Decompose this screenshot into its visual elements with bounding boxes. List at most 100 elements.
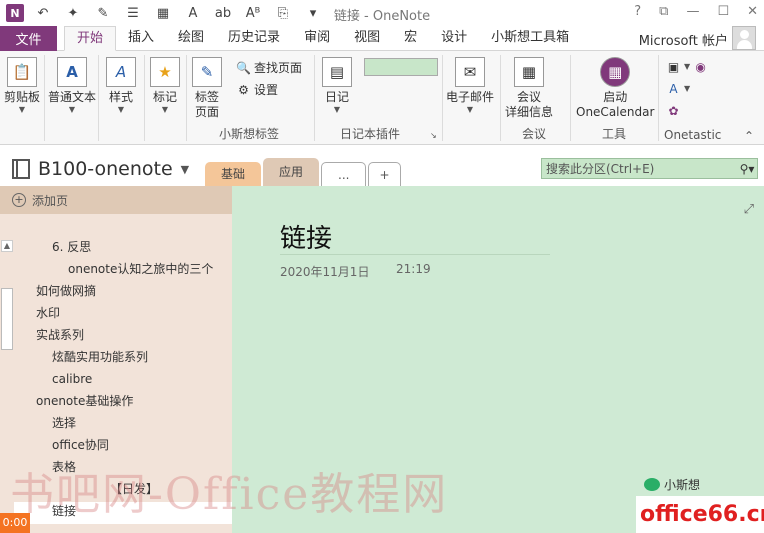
tab-insert[interactable]: 插入	[116, 26, 166, 51]
list-item[interactable]: 实战系列	[14, 326, 232, 348]
clipboard-icon: 📋	[7, 57, 37, 87]
maximize-icon[interactable]: ☐	[717, 4, 729, 19]
onetastic-button-2[interactable]: A ▼	[666, 81, 690, 96]
font-icon[interactable]: A	[182, 3, 204, 23]
chevron-down-icon: ▼	[180, 162, 190, 176]
tag-page-button[interactable]: ✎ 标签 页面	[192, 57, 222, 120]
onenote-logo-icon: N	[6, 4, 24, 22]
list-item-selected[interactable]: 链接	[14, 502, 232, 524]
section-tab-basics[interactable]: 基础	[205, 162, 262, 186]
tab-xiaosi-toolbox[interactable]: 小斯想工具箱	[479, 26, 581, 51]
meeting-details-button[interactable]: ▦ 会议 详细信息	[505, 57, 553, 120]
list-item[interactable]: 水印	[14, 304, 232, 326]
find-page-button[interactable]: 🔍 查找页面	[236, 59, 302, 76]
search-box[interactable]: 搜索此分区(Ctrl+E) ⚲▾	[541, 158, 758, 179]
email-button[interactable]: ✉ 电子邮件 ▼	[446, 57, 494, 114]
table-icon[interactable]: ▦	[152, 3, 174, 23]
back-icon[interactable]: ↶	[32, 3, 54, 23]
section-tab-applications[interactable]: 应用	[263, 158, 320, 186]
help-icon[interactable]: ?	[634, 4, 641, 19]
clipboard-label: 剪贴板	[4, 90, 41, 104]
list-item[interactable]: 【日发】	[14, 480, 232, 502]
list-item[interactable]: onenote认知之旅中的三个	[14, 260, 232, 282]
styles-label: 样式	[108, 90, 133, 104]
styles-button[interactable]: A 样式 ▼	[106, 57, 136, 114]
list-item[interactable]: 炫酷实用功能系列	[14, 348, 232, 370]
tab-review[interactable]: 审阅	[292, 26, 342, 51]
scrollbar-thumb[interactable]	[1, 288, 13, 350]
tab-view[interactable]: 视图	[342, 26, 392, 51]
expand-icon[interactable]: ⤢	[744, 202, 754, 217]
dialog-launcher-icon[interactable]: ↘	[430, 131, 437, 140]
avatar[interactable]	[732, 26, 756, 50]
divider	[314, 55, 315, 141]
add-page-button[interactable]: + 添加页	[0, 186, 232, 214]
list-item[interactable]: calibre	[14, 370, 232, 392]
list-item[interactable]: 6. 反思	[14, 238, 232, 260]
diary-plugin-input[interactable]	[364, 58, 438, 76]
tab-draw[interactable]: 绘图	[166, 26, 216, 51]
site-watermark: office66.cn	[636, 496, 764, 533]
page-time: 21:19	[396, 262, 431, 276]
scroll-up-icon[interactable]: ▲	[1, 240, 13, 252]
section-tabs: 基础 应用 ... +	[205, 158, 403, 186]
group-label-onetastic: Onetastic	[664, 128, 722, 142]
spelling-icon[interactable]: ab	[212, 3, 234, 23]
meeting-icon: ▦	[514, 57, 544, 87]
list-item[interactable]: 选择	[14, 414, 232, 436]
divider	[44, 55, 45, 141]
wechat-label: 小斯想	[664, 478, 701, 492]
onetastic-button-3[interactable]: ✿	[666, 103, 681, 118]
collapse-ribbon-icon[interactable]: ⌃	[744, 129, 754, 143]
tab-file[interactable]: 文件	[0, 26, 57, 51]
search-icon[interactable]: ⚲▾	[737, 162, 757, 176]
basic-text-icon: A	[57, 57, 87, 87]
list-item[interactable]: onenote基础操作	[14, 392, 232, 414]
meeting-label-line1: 会议	[517, 90, 542, 104]
settings-button[interactable]: ⚙ 设置	[236, 81, 278, 98]
highlighter-icon[interactable]: ✎	[92, 3, 114, 23]
group-label-diary-plugin: 日记本插件	[340, 127, 401, 141]
add-section-button[interactable]: +	[368, 162, 401, 186]
notebook-selector[interactable]: B100-onenote ▼	[12, 158, 189, 180]
notebook-name: B100-onenote	[38, 158, 173, 180]
section-tab-more[interactable]: ...	[321, 162, 367, 186]
page-list-scrollbar[interactable]: ▲	[0, 238, 14, 533]
minimize-icon[interactable]: —	[686, 4, 699, 19]
more-icon[interactable]: ▾	[302, 3, 324, 23]
onetastic-calendar-icon: ◉	[695, 59, 706, 74]
case-icon[interactable]: Aᴮ	[242, 3, 264, 23]
page-title[interactable]: 链接	[280, 218, 332, 255]
format-painter-icon[interactable]: ✦	[62, 3, 84, 23]
search-input[interactable]: 搜索此分区(Ctrl+E)	[542, 160, 737, 177]
onetastic-gear-icon: ✿	[668, 103, 679, 118]
basic-text-label: 普通文本	[48, 90, 97, 104]
attach-icon[interactable]: ⎘	[272, 3, 294, 23]
diary-button[interactable]: ▤ 日记 ▼	[322, 57, 352, 114]
divider	[144, 55, 145, 141]
find-page-icon: 🔍	[236, 60, 251, 75]
list-item[interactable]: office协同	[14, 436, 232, 458]
plus-icon: +	[12, 193, 26, 207]
tag-star-icon: ★	[150, 57, 180, 87]
tab-home[interactable]: 开始	[64, 26, 117, 51]
onetastic-button-1[interactable]: ▣ ▼ ◉	[666, 59, 708, 74]
ribbon-display-icon[interactable]: ⧉	[659, 4, 668, 19]
tags-button[interactable]: ★ 标记 ▼	[150, 57, 180, 114]
tab-macro[interactable]: 宏	[392, 26, 429, 51]
email-icon: ✉	[455, 57, 485, 87]
launch-onecalendar-button[interactable]: ▦ 启动 OneCalendar	[576, 57, 654, 120]
clipboard-button[interactable]: 📋 剪贴板 ▼	[4, 57, 40, 114]
list-item[interactable]: 如何做网摘	[14, 282, 232, 304]
close-icon[interactable]: ✕	[747, 4, 758, 19]
tab-history[interactable]: 历史记录	[216, 26, 292, 51]
chevron-down-icon: ▼	[684, 84, 691, 93]
account-button[interactable]: Microsoft 帐户	[639, 30, 728, 49]
basic-text-button[interactable]: A 普通文本 ▼	[48, 57, 96, 114]
launch-label-line2: OneCalendar	[576, 105, 655, 119]
notebook-bar: B100-onenote ▼ 基础 应用 ... + 搜索此分区(Ctrl+E)…	[0, 146, 764, 186]
list-item[interactable]: 表格	[14, 458, 232, 480]
tab-design[interactable]: 设计	[429, 26, 479, 51]
list-icon[interactable]: ☰	[122, 3, 144, 23]
notebook-icon	[12, 159, 30, 179]
